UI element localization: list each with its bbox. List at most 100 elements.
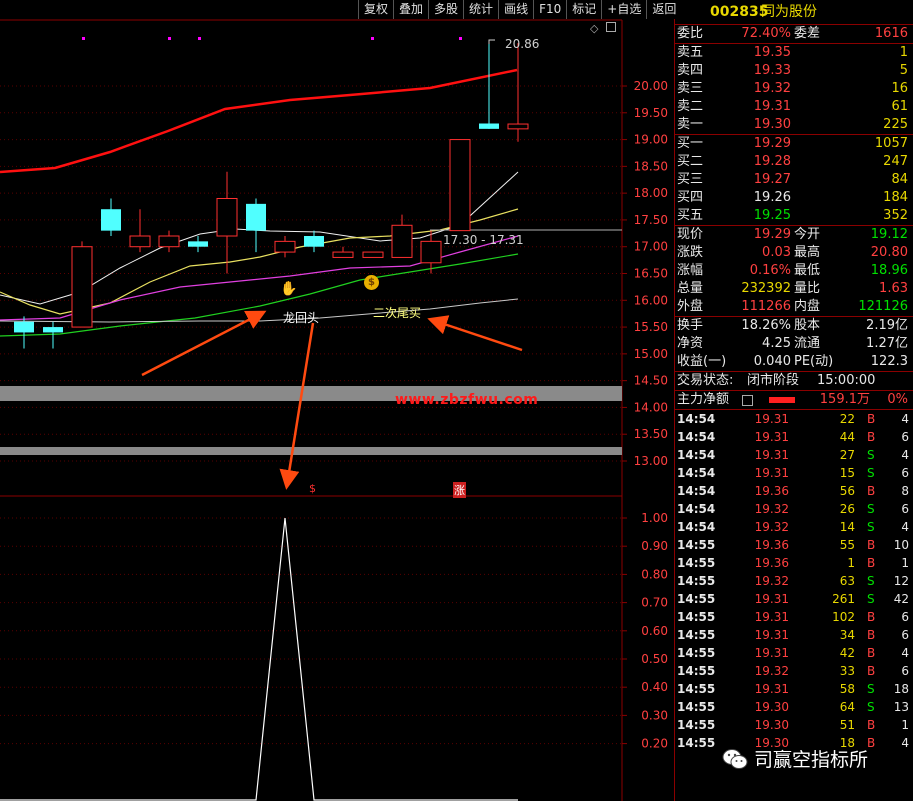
candle-body <box>71 246 93 328</box>
annotation-longhuitou: 龙回头 <box>283 311 320 325</box>
price-tick-label: 16.00 <box>634 293 668 307</box>
tick-time: 14:54 <box>677 430 716 444</box>
ask-volume: 5 <box>899 63 908 78</box>
stat-label: 净资 <box>677 336 704 351</box>
bid-label: 买二 <box>677 154 704 169</box>
bid-volume: 184 <box>883 190 908 205</box>
tick-count: 6 <box>901 430 909 444</box>
stat-value: 1.27亿 <box>866 336 908 351</box>
tick-row: 14:55 19.31 42 B 4 <box>675 644 913 662</box>
tick-side: B <box>867 718 876 732</box>
tick-volume: 22 <box>839 412 855 426</box>
tick-count: 12 <box>893 574 909 588</box>
tick-price: 19.32 <box>754 574 789 588</box>
stat-label: 涨跌 <box>677 245 704 260</box>
ask-price: 19.33 <box>753 63 791 78</box>
bid-volume: 1057 <box>874 136 908 151</box>
tick-price: 19.31 <box>754 430 789 444</box>
draw-line-button[interactable]: 画线 <box>498 0 534 19</box>
ask-label: 卖四 <box>677 63 704 78</box>
tick-price: 19.32 <box>754 502 789 516</box>
tick-time: 14:55 <box>677 718 716 732</box>
stat-label: 外盘 <box>677 299 704 314</box>
add-watchlist-button[interactable]: +自选 <box>601 0 647 19</box>
fuquan-button[interactable]: 复权 <box>358 0 394 19</box>
tick-time: 14:55 <box>677 682 716 696</box>
tick-side: B <box>867 646 876 660</box>
settings-square-icon[interactable] <box>606 22 616 32</box>
tick-list[interactable]: 14:54 19.31 22 B 4 14:54 19.31 44 B 6 14:54 19.31 27… <box>675 409 913 752</box>
main-flow-label: 主力净额 <box>677 392 730 407</box>
signal-mark-zhang: 涨 <box>453 482 466 498</box>
tick-volume: 51 <box>839 718 855 732</box>
tick-time: 14:55 <box>677 592 716 606</box>
statistics-button[interactable]: 统计 <box>463 0 499 19</box>
top-dot-marker <box>168 37 171 40</box>
wechat-icon <box>722 748 748 769</box>
back-button[interactable]: 返回 <box>646 0 682 19</box>
ask-volume: 1 <box>899 45 908 60</box>
price-tick-label: 19.50 <box>634 106 668 120</box>
signal-mark-dollar: $ <box>309 482 316 495</box>
tick-volume: 14 <box>839 520 855 534</box>
weibi-row: 委比 72.40% 委差 1616 <box>675 24 913 43</box>
tick-volume: 58 <box>839 682 855 696</box>
tick-row: 14:55 19.30 51 B 1 <box>675 716 913 734</box>
list-toggle-icon[interactable] <box>742 395 753 406</box>
stat-value: 121126 <box>858 299 908 314</box>
tick-row: 14:55 19.30 64 S 13 <box>675 698 913 716</box>
tick-time: 14:55 <box>677 664 716 678</box>
tick-side: B <box>867 412 876 426</box>
bid-row: 买三 19.27 84 <box>675 171 913 189</box>
stat-value: 18.96 <box>870 263 908 278</box>
tick-volume: 15 <box>839 466 855 480</box>
stock-name: 同为股份 <box>761 4 817 20</box>
stat-value: 1.63 <box>879 281 908 296</box>
tick-price: 19.31 <box>754 682 789 696</box>
stat-row: 涨跌 0.03 最高 20.80 <box>675 244 913 262</box>
tick-volume: 33 <box>839 664 855 678</box>
bid-row: 买一 19.29 1057 <box>675 135 913 153</box>
overlay-button[interactable]: 叠加 <box>393 0 429 19</box>
ask-row: 卖二 19.31 61 <box>675 98 913 116</box>
main-flow-row[interactable]: 主力净额 159.1万 0% <box>675 390 913 409</box>
price-tick-label: 19.00 <box>634 133 668 147</box>
stats-block-2: 换手 18.26% 股本 2.19亿 净资 4.25 流通 1.27亿 收益(一) 0.040 PE… <box>675 316 913 371</box>
ask-volume: 61 <box>891 99 908 114</box>
stat-row: 涨幅 0.16% 最低 18.96 <box>675 262 913 280</box>
weibi-value: 72.40% <box>741 26 791 41</box>
tick-side: S <box>867 592 875 606</box>
tick-time: 14:55 <box>677 574 716 588</box>
tick-row: 14:55 19.32 33 B 6 <box>675 662 913 680</box>
tick-price: 19.31 <box>754 466 789 480</box>
stat-value: 0.16% <box>749 263 791 278</box>
bid-volume: 247 <box>883 154 908 169</box>
watermark-text: 司赢空指标所 <box>754 749 869 771</box>
candle-body <box>304 236 324 247</box>
multi-stock-button[interactable]: 多股 <box>428 0 464 19</box>
ask-volume: 16 <box>891 81 908 96</box>
bid-label: 买五 <box>677 208 704 223</box>
kline-chart-area[interactable]: 20.00 19.50 19.00 18.50 18.00 17.50 17.00 16.50… <box>0 0 682 801</box>
tick-count: 4 <box>901 646 909 660</box>
tick-volume: 34 <box>839 628 855 642</box>
stat-row: 净资 4.25 流通 1.27亿 <box>675 335 913 353</box>
high-marker-hook <box>488 39 495 44</box>
mark-button[interactable]: 标记 <box>566 0 602 19</box>
f10-button[interactable]: F10 <box>533 0 567 19</box>
main-flow-pct: 0% <box>887 392 908 407</box>
tick-count: 4 <box>901 448 909 462</box>
tick-count: 1 <box>901 718 909 732</box>
diamond-icon[interactable]: ◇ <box>590 22 598 35</box>
tick-volume: 1 <box>847 556 855 570</box>
money-bag-icon: $ <box>364 275 379 290</box>
tick-row: 14:55 19.31 58 S 18 <box>675 680 913 698</box>
tick-time: 14:55 <box>677 556 716 570</box>
tick-count: 6 <box>901 466 909 480</box>
weicha-label: 委差 <box>794 26 821 41</box>
ask-label: 卖三 <box>677 81 704 96</box>
indicator-tick-label: 0.30 <box>641 708 668 722</box>
kline-chart[interactable]: 20.00 19.50 19.00 18.50 18.00 17.50 17.00 16.50… <box>0 0 674 801</box>
tick-volume: 27 <box>839 448 855 462</box>
quote-panel: 002835 同为股份 委比 72.40% 委差 1616 卖五 19.35 1 卖四… <box>674 0 913 801</box>
